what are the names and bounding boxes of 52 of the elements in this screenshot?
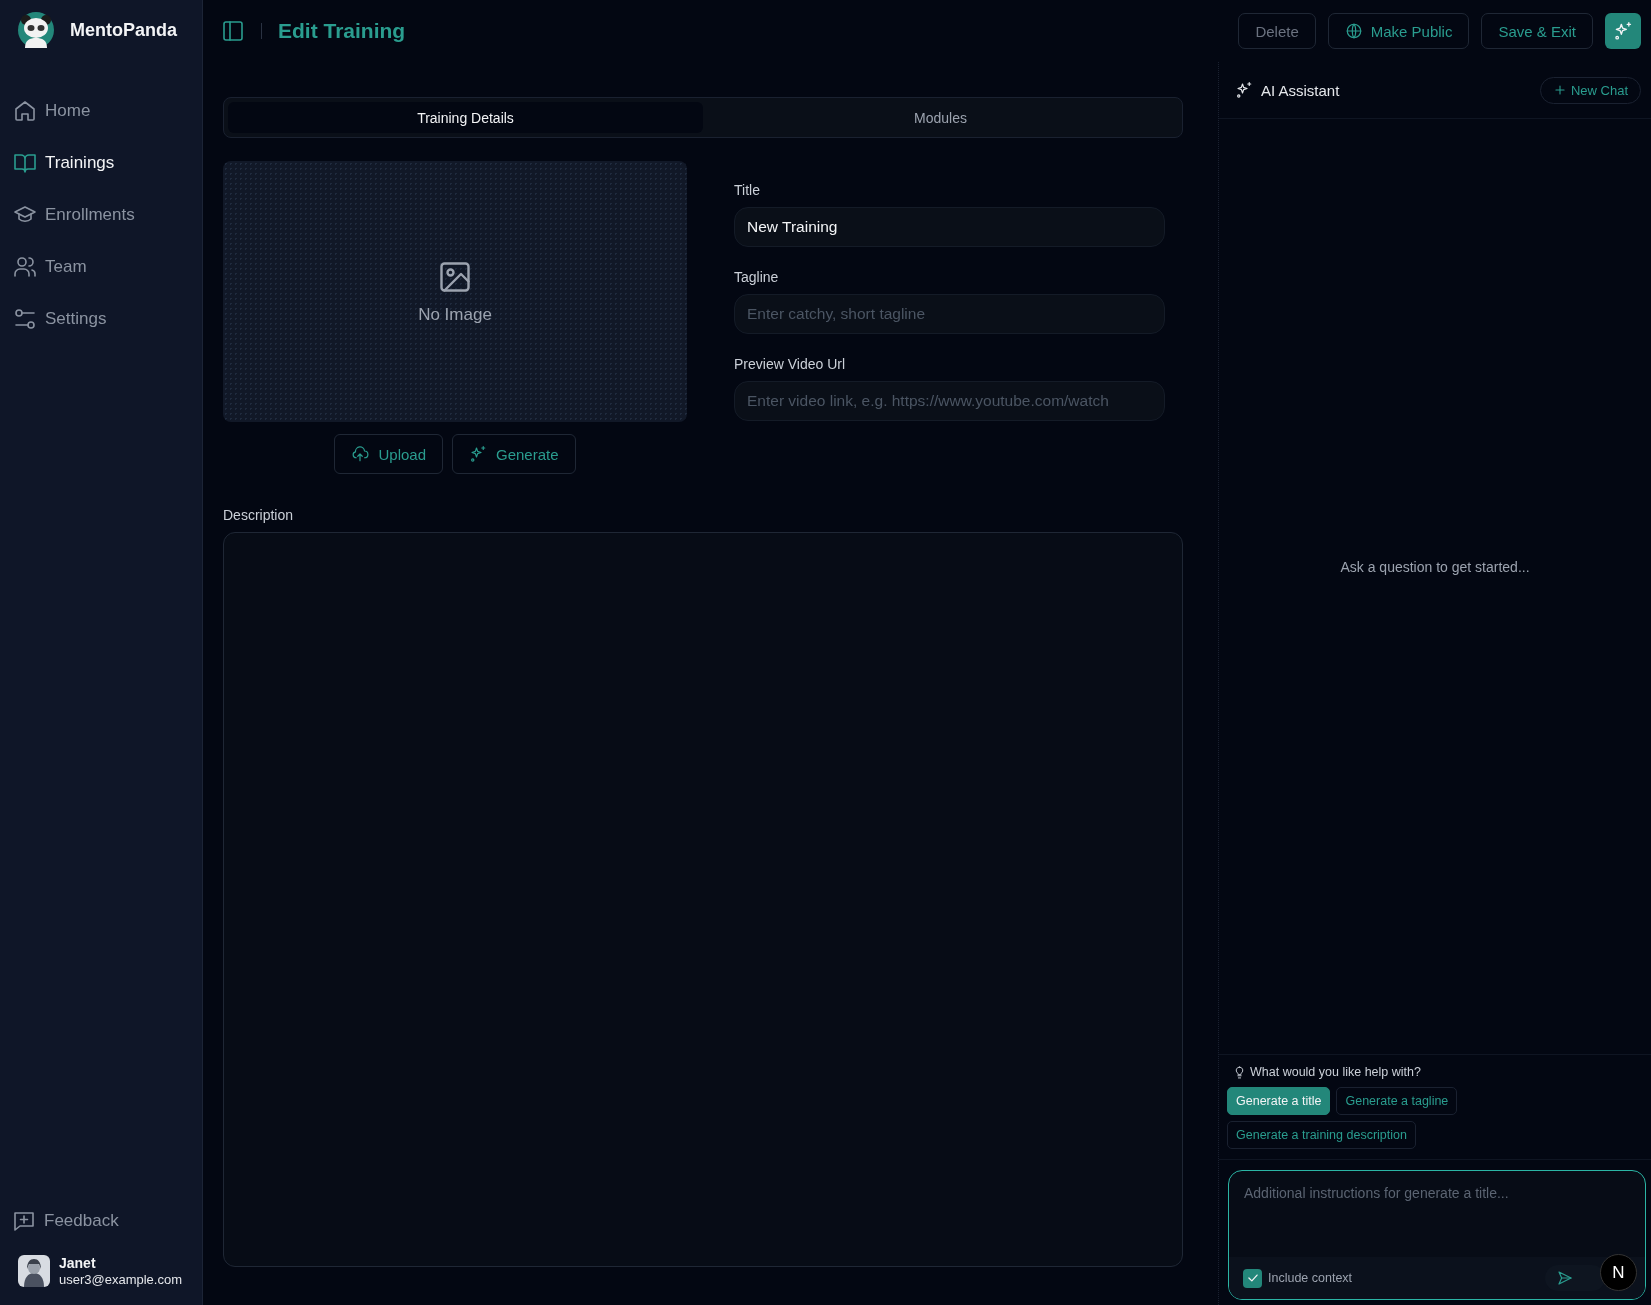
suggestion-chip[interactable]: Generate a title <box>1227 1087 1331 1115</box>
send-button[interactable] <box>1545 1265 1605 1291</box>
suggestion-chip[interactable]: Generate a tagline <box>1336 1087 1458 1115</box>
image-action-button[interactable]: Upload <box>334 434 443 474</box>
header-button[interactable]: Delete <box>1238 13 1316 49</box>
image-action-button[interactable]: Generate <box>452 434 576 474</box>
input-field[interactable]: Enter catchy, short tagline <box>734 294 1165 334</box>
home-icon <box>13 99 37 123</box>
field-label: Description <box>223 507 295 523</box>
brand-name: MentoPanda <box>70 19 177 41</box>
globe-icon <box>1344 22 1363 40</box>
input-field[interactable]: Enter video link, e.g. https://www.youtube.com/watch <box>734 381 1165 421</box>
tab[interactable]: Modules <box>703 102 1178 133</box>
nav-item[interactable]: Team <box>13 252 87 282</box>
tab[interactable]: Training Details <box>228 102 703 133</box>
field-label: Tagline <box>734 269 780 285</box>
empty-chat-text: Ask a question to get started... <box>1340 558 1530 575</box>
users-icon <box>13 255 37 279</box>
feedback-link[interactable]: Feedback <box>0 1209 119 1233</box>
nav-item[interactable]: Home <box>13 96 91 126</box>
checkbox[interactable] <box>1243 1268 1262 1288</box>
input-field[interactable]: New Training <box>734 207 1165 247</box>
field-label: Title <box>734 182 761 198</box>
sidebar-toggle-icon <box>221 19 245 43</box>
nav-item[interactable]: Enrollments <box>13 200 135 230</box>
help-prompt: What would you like help with? <box>1250 1065 1421 1079</box>
message-plus-icon <box>12 1209 36 1233</box>
plus-icon <box>1552 83 1567 97</box>
sparkle-icon <box>1235 81 1253 99</box>
user-avatar <box>18 1255 50 1287</box>
chat-input[interactable]: Additional instructions for generate a title... <box>1229 1171 1645 1257</box>
send-icon <box>1557 1270 1573 1286</box>
sparkle-icon <box>1613 21 1633 41</box>
nav-item[interactable]: Trainings <box>13 148 115 178</box>
header-button[interactable]: Save & Exit <box>1481 13 1593 49</box>
checkbox-label: Include context <box>1268 1271 1353 1285</box>
user-email: user3@example.com <box>59 1272 183 1287</box>
panda-logo <box>18 12 54 48</box>
sparkle-icon <box>469 445 487 463</box>
page-title: Edit Training <box>278 19 406 43</box>
panel-title: AI Assistant <box>1261 81 1340 99</box>
sliders-icon <box>13 307 37 331</box>
nav-item[interactable]: Settings <box>13 304 107 334</box>
book-icon <box>13 151 37 175</box>
field-label: Preview Video Url <box>734 356 846 372</box>
ai-assistant-button[interactable] <box>1605 13 1641 49</box>
cloud-upload-icon <box>351 445 370 463</box>
user-name: Janet <box>59 1255 97 1271</box>
no-image-text: No Image <box>418 304 492 325</box>
header-button[interactable]: Make Public <box>1327 13 1470 49</box>
lightbulb-icon <box>1233 1065 1246 1079</box>
suggestion-chip[interactable]: Generate a training description <box>1227 1121 1416 1149</box>
